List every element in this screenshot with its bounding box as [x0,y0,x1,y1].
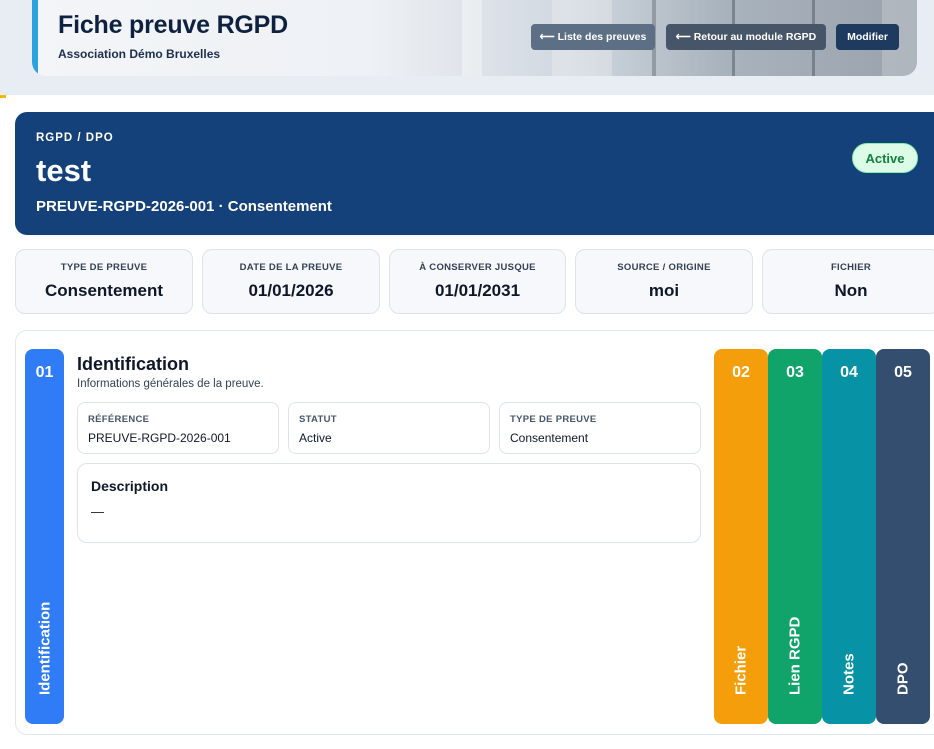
field-value: Consentement [510,431,589,445]
field-value: Active [299,431,332,445]
list-proofs-button[interactable]: ⟵ Liste des preuves [531,24,655,50]
stat-card-retention: À CONSERVER JUSQUE 01/01/2031 [389,249,566,314]
field-label: RÉFÉRENCE [88,414,150,425]
tab-label: DPO [894,662,912,695]
stat-card-source: SOURCE / ORIGINE moi [575,249,753,314]
field-reference: RÉFÉRENCE PREUVE-RGPD-2026-001 [77,402,279,454]
tab-dpo[interactable]: 05 DPO [876,349,930,724]
hero-subtitle: PREUVE-RGPD-2026-001 · Consentement [36,198,332,215]
stat-value: 01/01/2026 [248,281,334,300]
stat-card-file: FICHIER Non [762,249,934,314]
tab-number: 03 [786,364,804,381]
stat-card-type: TYPE DE PREUVE Consentement [15,249,193,314]
corner-accent [0,95,6,98]
tab-label: Lien RGPD [786,616,804,695]
hero-kicker: RGPD / DPO [36,132,114,144]
hero-banner: RGPD / DPO test PREUVE-RGPD-2026-001 · C… [15,112,934,235]
header-backdrop-stripe [462,0,482,76]
page-title: Fiche preuve RGPD [58,11,288,39]
tab-fichier[interactable]: 02 Fichier [714,349,768,724]
stat-label: À CONSERVER JUSQUE [419,262,536,273]
status-badge: Active [852,143,918,173]
stat-label: FICHIER [830,262,872,273]
description-value: — [91,504,104,519]
field-label: TYPE DE PREUVE [510,414,597,425]
tab-label: Fichier [732,645,750,695]
description-box: Description — [77,463,701,543]
tab-number: 04 [840,364,858,381]
stat-card-date: DATE DE LA PREUVE 01/01/2026 [202,249,380,314]
stat-label: SOURCE / ORIGINE [617,262,711,273]
page-header: Fiche preuve RGPD Association Démo Bruxe… [32,0,917,76]
tab-identification[interactable]: 01 Identification [25,349,64,724]
tab-label: Identification [36,601,53,695]
tab-number: 05 [894,364,912,381]
edit-button[interactable]: Modifier [836,24,899,50]
stat-value: 01/01/2031 [434,281,521,300]
section-title: Identification [77,354,189,374]
stat-value: Consentement [44,281,164,300]
stat-value: Non [834,281,868,300]
description-title: Description [91,478,169,494]
tab-notes[interactable]: 04 Notes [822,349,876,724]
tab-number: 01 [35,364,54,381]
tab-lien-rgpd[interactable]: 03 Lien RGPD [768,349,822,724]
stat-value: moi [648,281,680,300]
field-label: STATUT [299,414,337,425]
stat-label: TYPE DE PREUVE [60,262,148,273]
organization-name: Association Démo Bruxelles [58,47,221,61]
field-status: STATUT Active [288,402,490,454]
field-value: PREUVE-RGPD-2026-001 [88,431,231,445]
field-proof-type: TYPE DE PREUVE Consentement [499,402,701,454]
stat-label: DATE DE LA PREUVE [239,262,343,273]
hero-title: test [36,153,92,188]
tab-label: Notes [840,653,858,695]
section-description: Informations générales de la preuve. [77,378,264,390]
back-to-rgpd-button[interactable]: ⟵ Retour au module RGPD [666,24,826,50]
header-accent-bar [32,0,38,76]
tab-number: 02 [732,364,750,381]
